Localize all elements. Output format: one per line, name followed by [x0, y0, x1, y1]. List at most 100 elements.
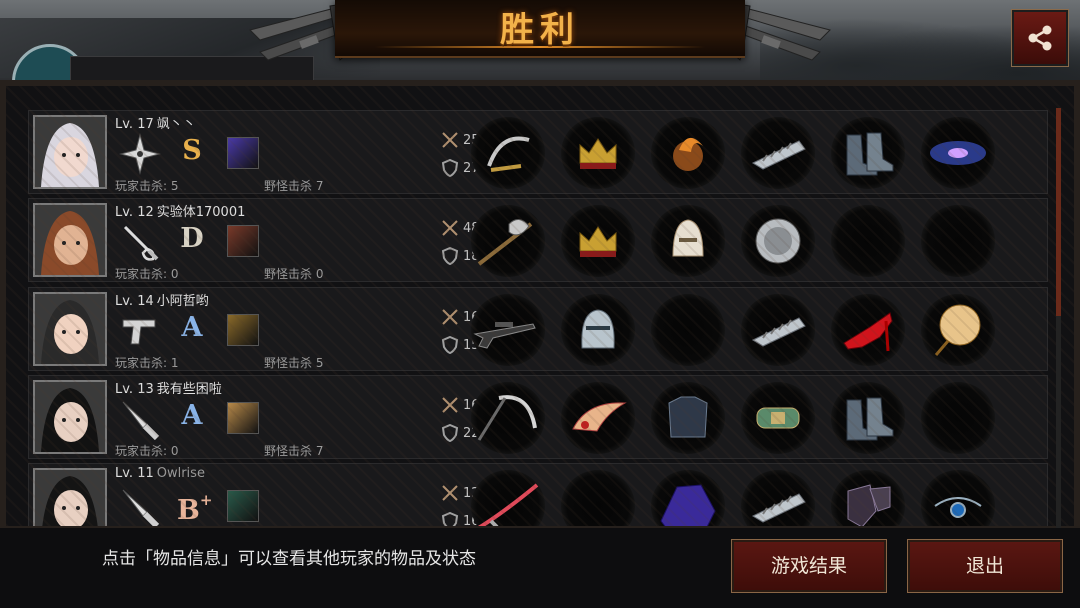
- shield-icon: [441, 424, 459, 442]
- player-result-row[interactable]: Lv. 13我有些困啦A玩家击杀: 0野怪击杀 7164226: [28, 375, 1048, 459]
- rank-grade: D: [180, 223, 204, 254]
- player-level-name: Lv. 14 小阿哲哟: [115, 290, 209, 309]
- shield-icon: [441, 247, 459, 265]
- item-slot[interactable]: [741, 294, 815, 366]
- item-slot[interactable]: [471, 470, 545, 528]
- dark-gloves-icon: [840, 481, 896, 528]
- purple-cloak-icon: [657, 481, 719, 528]
- item-slot[interactable]: [831, 470, 905, 528]
- steel-boots-icon: [841, 129, 895, 177]
- player-name: 我有些困啦: [156, 382, 222, 397]
- player-name: 飒丶丶: [156, 117, 196, 132]
- battle-axe-icon: [475, 214, 541, 268]
- item-slot[interactable]: [561, 205, 635, 277]
- item-slot[interactable]: [831, 382, 905, 454]
- item-slot[interactable]: [921, 117, 995, 189]
- player-kills: 玩家击杀: 0: [115, 267, 179, 281]
- item-slot[interactable]: [741, 382, 815, 454]
- ornate-helmet-icon: [663, 216, 713, 266]
- player-result-row[interactable]: Lv. 17飒丶丶S玩家击杀: 5野怪击杀 7256273: [28, 110, 1048, 194]
- item-slot[interactable]: [831, 117, 905, 189]
- rank-grade: B+: [177, 491, 213, 526]
- steel-boots-icon: [841, 394, 895, 442]
- fan-portrait-icon: [932, 303, 984, 357]
- shield-icon: [441, 159, 459, 177]
- item-slot[interactable]: [651, 470, 725, 528]
- silver-gauntlet-icon: [749, 133, 807, 173]
- avatar[interactable]: [33, 292, 107, 366]
- page-title: 胜利: [500, 10, 580, 50]
- empty-item-slot[interactable]: [651, 294, 725, 366]
- player-level: Lv. 13: [115, 382, 154, 397]
- item-slot[interactable]: [651, 117, 725, 189]
- avatar[interactable]: [33, 468, 107, 528]
- jade-bracer-icon: [749, 398, 807, 438]
- crossed-swords-icon: [442, 309, 458, 325]
- player-name: 实验体170001: [156, 205, 246, 220]
- crown-icon: [576, 221, 620, 261]
- katana-icon: [473, 479, 543, 528]
- player-result-row[interactable]: Lv. 14小阿哲哟A玩家击杀: 1野怪击杀 5168155: [28, 287, 1048, 371]
- item-slot[interactable]: [741, 205, 815, 277]
- player-result-row[interactable]: Lv. 11OwlriseB+122169: [28, 463, 1048, 529]
- victory-banner: 胜利: [335, 0, 745, 58]
- red-heels-icon: [840, 307, 896, 353]
- blue-pendant-icon: [931, 486, 985, 526]
- skill-icon: [227, 402, 259, 434]
- player-level: Lv. 12: [115, 205, 154, 220]
- item-slot[interactable]: [921, 470, 995, 528]
- player-result-row[interactable]: Lv. 12实验体170001D玩家击杀: 0野怪击杀 048182: [28, 198, 1048, 282]
- hint-text: 点击「物品信息」可以查看其他玩家的物品及状态: [102, 549, 476, 569]
- empty-item-slot[interactable]: [921, 205, 995, 277]
- player-name: Owlrise: [156, 466, 205, 481]
- share-button[interactable]: [1011, 9, 1069, 67]
- item-slot[interactable]: [471, 294, 545, 366]
- player-kills: 玩家击杀: 0: [115, 444, 179, 458]
- shield-icon: [441, 336, 459, 354]
- item-slot[interactable]: [651, 382, 725, 454]
- avatar[interactable]: [33, 115, 107, 189]
- player-level: Lv. 14: [115, 294, 154, 309]
- item-slot[interactable]: [651, 205, 725, 277]
- skill-icon: [227, 490, 259, 522]
- exit-button[interactable]: 退出: [907, 539, 1063, 593]
- item-slot[interactable]: [741, 470, 815, 528]
- avatar[interactable]: [33, 380, 107, 454]
- shield-icon: [441, 512, 459, 528]
- crossed-swords-icon: [442, 220, 458, 236]
- item-slot[interactable]: [471, 205, 545, 277]
- avatar[interactable]: [33, 203, 107, 277]
- player-level-name: Lv. 12 实验体170001: [115, 201, 245, 220]
- crossed-swords-icon: [442, 397, 458, 413]
- player-level-name: Lv. 11 Owlrise: [115, 466, 205, 481]
- empty-item-slot[interactable]: [561, 470, 635, 528]
- item-slot[interactable]: [471, 382, 545, 454]
- item-slot[interactable]: [561, 117, 635, 189]
- item-slot[interactable]: [471, 117, 545, 189]
- item-slot[interactable]: [921, 294, 995, 366]
- empty-item-slot[interactable]: [921, 382, 995, 454]
- player-level-name: Lv. 17 飒丶丶: [115, 113, 196, 132]
- item-slot[interactable]: [741, 117, 815, 189]
- item-slot[interactable]: [561, 294, 635, 366]
- game-result-button[interactable]: 游戏结果: [731, 539, 887, 593]
- scythe-icon: [475, 388, 541, 448]
- player-kills: 玩家击杀: 5: [115, 179, 179, 193]
- player-level: Lv. 11: [115, 466, 154, 481]
- monster-kills: 野怪击杀 7: [264, 179, 324, 193]
- scrollbar-thumb[interactable]: [1056, 108, 1061, 316]
- crown-icon: [576, 133, 620, 173]
- item-slot[interactable]: [831, 294, 905, 366]
- item-slot[interactable]: [561, 382, 635, 454]
- share-icon: [1028, 25, 1052, 51]
- flame-helmet-icon: [663, 128, 713, 178]
- empty-item-slot[interactable]: [831, 205, 905, 277]
- monster-kills: 野怪击杀 0: [264, 267, 324, 281]
- crossed-swords-icon: [442, 132, 458, 148]
- knight-helmet-icon: [574, 306, 622, 354]
- metal-disc-icon: [753, 216, 803, 266]
- monster-kills: 野怪击杀 5: [264, 356, 324, 370]
- knife-icon: [119, 486, 161, 528]
- sniper-rifle-icon: [473, 310, 543, 350]
- player-level-name: Lv. 13 我有些困啦: [115, 378, 222, 397]
